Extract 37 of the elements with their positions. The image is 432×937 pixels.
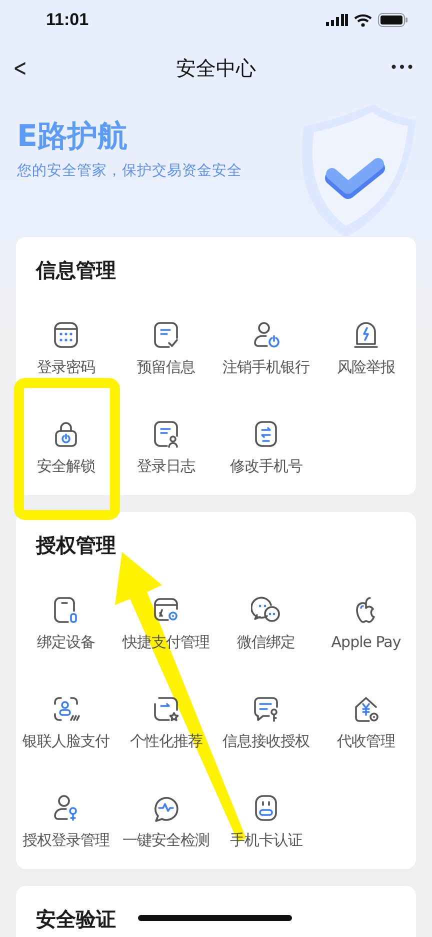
menu-item-label[interactable]: 绑定设备 — [37, 633, 95, 652]
person-power-icon[interactable] — [251, 320, 281, 350]
wifi-icon — [354, 14, 372, 26]
section-title: 授权管理 — [36, 532, 116, 559]
menu-item-label[interactable]: 预留信息 — [137, 358, 195, 377]
menu-item-label[interactable]: 登录日志 — [137, 457, 195, 476]
menu-item-label[interactable]: 微信绑定 — [237, 633, 295, 652]
section-title: 信息管理 — [36, 257, 116, 284]
face-scan-icon[interactable] — [51, 694, 81, 724]
menu-item-label[interactable]: 信息接收授权 — [222, 732, 310, 751]
section-title: 安全验证 — [36, 906, 116, 933]
battery-icon — [378, 13, 408, 27]
document-person-icon[interactable] — [151, 419, 181, 449]
signal-icon — [326, 14, 348, 26]
menu-item-label[interactable]: 一键安全检测 — [122, 831, 210, 850]
more-button[interactable]: ••• — [390, 60, 414, 76]
menu-item-label[interactable]: Apple Pay — [331, 633, 401, 651]
page-title: 安全中心 — [176, 54, 256, 82]
menu-item-label[interactable]: 代收管理 — [337, 732, 395, 751]
menu-item-label[interactable]: 注销手机银行 — [222, 358, 310, 377]
back-button[interactable]: < — [13, 54, 28, 82]
menu-item-label[interactable]: 安全解锁 — [37, 457, 95, 476]
card-star-icon[interactable] — [151, 694, 181, 724]
message-key-icon[interactable] — [251, 694, 281, 724]
hero-subtitle: 您的安全管家，保护交易资金安全 — [17, 162, 242, 180]
menu-item-label[interactable]: 授权登录管理 — [22, 831, 110, 850]
menu-item-label[interactable]: 登录密码 — [37, 358, 95, 377]
note-check-icon[interactable] — [151, 320, 181, 350]
lamp-bolt-icon[interactable] — [351, 320, 381, 350]
keypad-icon[interactable] — [51, 320, 81, 350]
menu-item-label[interactable]: 手机卡认证 — [230, 831, 302, 850]
hero-title: E路护航 — [17, 118, 128, 156]
menu-item-label[interactable]: 风险举报 — [337, 358, 395, 377]
status-time: 11:01 — [46, 10, 89, 30]
menu-item-label[interactable]: 修改手机号 — [230, 457, 302, 476]
chat-bubbles-icon[interactable] — [251, 595, 281, 625]
menu-item-label[interactable]: 银联人脸支付 — [22, 732, 110, 751]
